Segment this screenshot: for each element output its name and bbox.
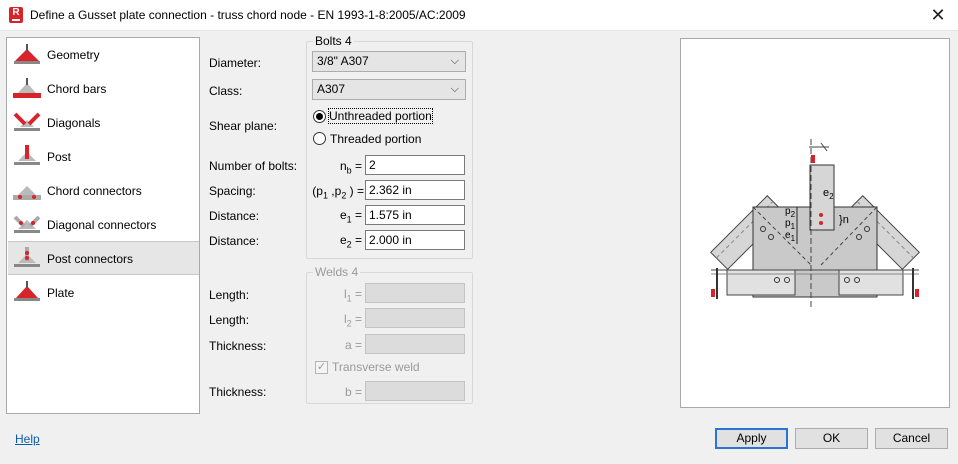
plate-icon: [14, 281, 40, 301]
transverse-weld-label: Transverse weld: [332, 360, 420, 374]
length1-label: Length:: [209, 288, 250, 302]
thickness2-label: Thickness:: [209, 385, 267, 399]
sidebar-item-label: Post connectors: [47, 252, 134, 266]
length2-label: Length:: [209, 313, 250, 327]
length1-input[interactable]: [365, 283, 465, 303]
distance1-label: Distance:: [209, 209, 260, 223]
chord-connectors-icon: [13, 186, 41, 200]
diameter-label: Diameter:: [209, 56, 262, 70]
sidebar-item-diagonals[interactable]: Diagonals: [8, 106, 199, 140]
window-title: Define a Gusset plate connection - truss…: [30, 8, 466, 22]
sidebar-item-geometry[interactable]: Geometry: [8, 38, 199, 72]
post-connectors-icon: [14, 247, 40, 267]
nb-symbol: nb =: [339, 159, 362, 176]
sidebar: Geometry Chord bars Diagonals Post Chord…: [6, 37, 200, 414]
sidebar-item-post-connectors[interactable]: Post connectors: [8, 241, 199, 275]
diameter-select[interactable]: 3/8" A307 ⌵: [312, 51, 466, 72]
title-bar: R Define a Gusset plate connection - tru…: [0, 0, 958, 31]
distance2-input[interactable]: 2.000 in: [365, 230, 465, 250]
length2-input[interactable]: [365, 308, 465, 328]
spacing-input[interactable]: 2.362 in: [365, 180, 465, 200]
diagonals-icon: [13, 112, 41, 131]
apply-button[interactable]: Apply: [715, 428, 788, 449]
close-button[interactable]: ✕: [926, 3, 950, 27]
diagonal-connectors-icon: [13, 215, 41, 233]
bolts-group-title: Bolts 4: [313, 34, 354, 48]
sidebar-item-chord-bars[interactable]: Chord bars: [8, 72, 199, 106]
welds-group-title: Welds 4: [313, 265, 361, 279]
sidebar-item-label: Chord bars: [47, 82, 107, 96]
sidebar-item-plate[interactable]: Plate: [8, 276, 199, 310]
app-logo-icon: R: [9, 7, 23, 23]
class-label: Class:: [209, 84, 243, 98]
sidebar-item-label: Diagonal connectors: [47, 218, 157, 232]
sidebar-item-chord-connectors[interactable]: Chord connectors: [8, 174, 199, 208]
sidebar-item-label: Plate: [47, 286, 75, 300]
chord-bars-icon: [13, 78, 41, 98]
connection-preview: e2 p2 p1 e1 }n: [680, 38, 950, 408]
post-icon: [14, 145, 40, 165]
spacing-symbol: (p1 ,p2 ) =: [312, 184, 364, 201]
unthreaded-radio-label[interactable]: Unthreaded portion: [328, 108, 433, 124]
e1-symbol: e1 =: [339, 208, 362, 225]
sidebar-item-post[interactable]: Post: [8, 140, 199, 174]
threaded-radio[interactable]: [313, 132, 326, 145]
number-of-bolts-label: Number of bolts:: [209, 159, 298, 173]
sidebar-item-label: Post: [47, 150, 72, 164]
chevron-down-icon: ⌵: [450, 83, 459, 95]
ok-button[interactable]: OK: [795, 428, 868, 449]
bolts-group: [306, 41, 473, 259]
b-symbol: b =: [344, 385, 362, 399]
number-of-bolts-input[interactable]: 2: [365, 155, 465, 175]
distance1-input[interactable]: 1.575 in: [365, 205, 465, 225]
class-value: A307: [317, 82, 346, 96]
class-select[interactable]: A307 ⌵: [312, 79, 466, 100]
n-annotation: }n: [839, 214, 849, 226]
l2-symbol: l2 =: [343, 312, 362, 329]
e2-symbol: e2 =: [339, 233, 362, 250]
unthreaded-radio[interactable]: [313, 110, 326, 123]
sidebar-item-label: Geometry: [47, 48, 100, 62]
transverse-weld-checkbox[interactable]: ✓: [315, 361, 328, 374]
threaded-radio-label[interactable]: Threaded portion: [330, 132, 421, 146]
gusset-plate-drawing: e2 p2 p1 e1 }n: [709, 139, 921, 309]
geometry-icon: [14, 44, 40, 64]
l1-symbol: l1 =: [343, 287, 362, 304]
diameter-value: 3/8" A307: [317, 54, 369, 68]
sidebar-item-diagonal-connectors[interactable]: Diagonal connectors: [8, 208, 199, 242]
shear-plane-label: Shear plane:: [209, 119, 278, 133]
cancel-button[interactable]: Cancel: [875, 428, 948, 449]
spacing-label: Spacing:: [209, 184, 256, 198]
sidebar-item-label: Diagonals: [47, 116, 101, 130]
distance2-label: Distance:: [209, 234, 260, 248]
sidebar-item-label: Chord connectors: [47, 184, 142, 198]
help-link[interactable]: Help: [15, 432, 40, 446]
thickness1-input[interactable]: [365, 334, 465, 354]
a-symbol: a =: [344, 338, 362, 352]
thickness2-input[interactable]: [365, 381, 465, 401]
chevron-down-icon: ⌵: [450, 55, 459, 67]
thickness1-label: Thickness:: [209, 339, 267, 353]
